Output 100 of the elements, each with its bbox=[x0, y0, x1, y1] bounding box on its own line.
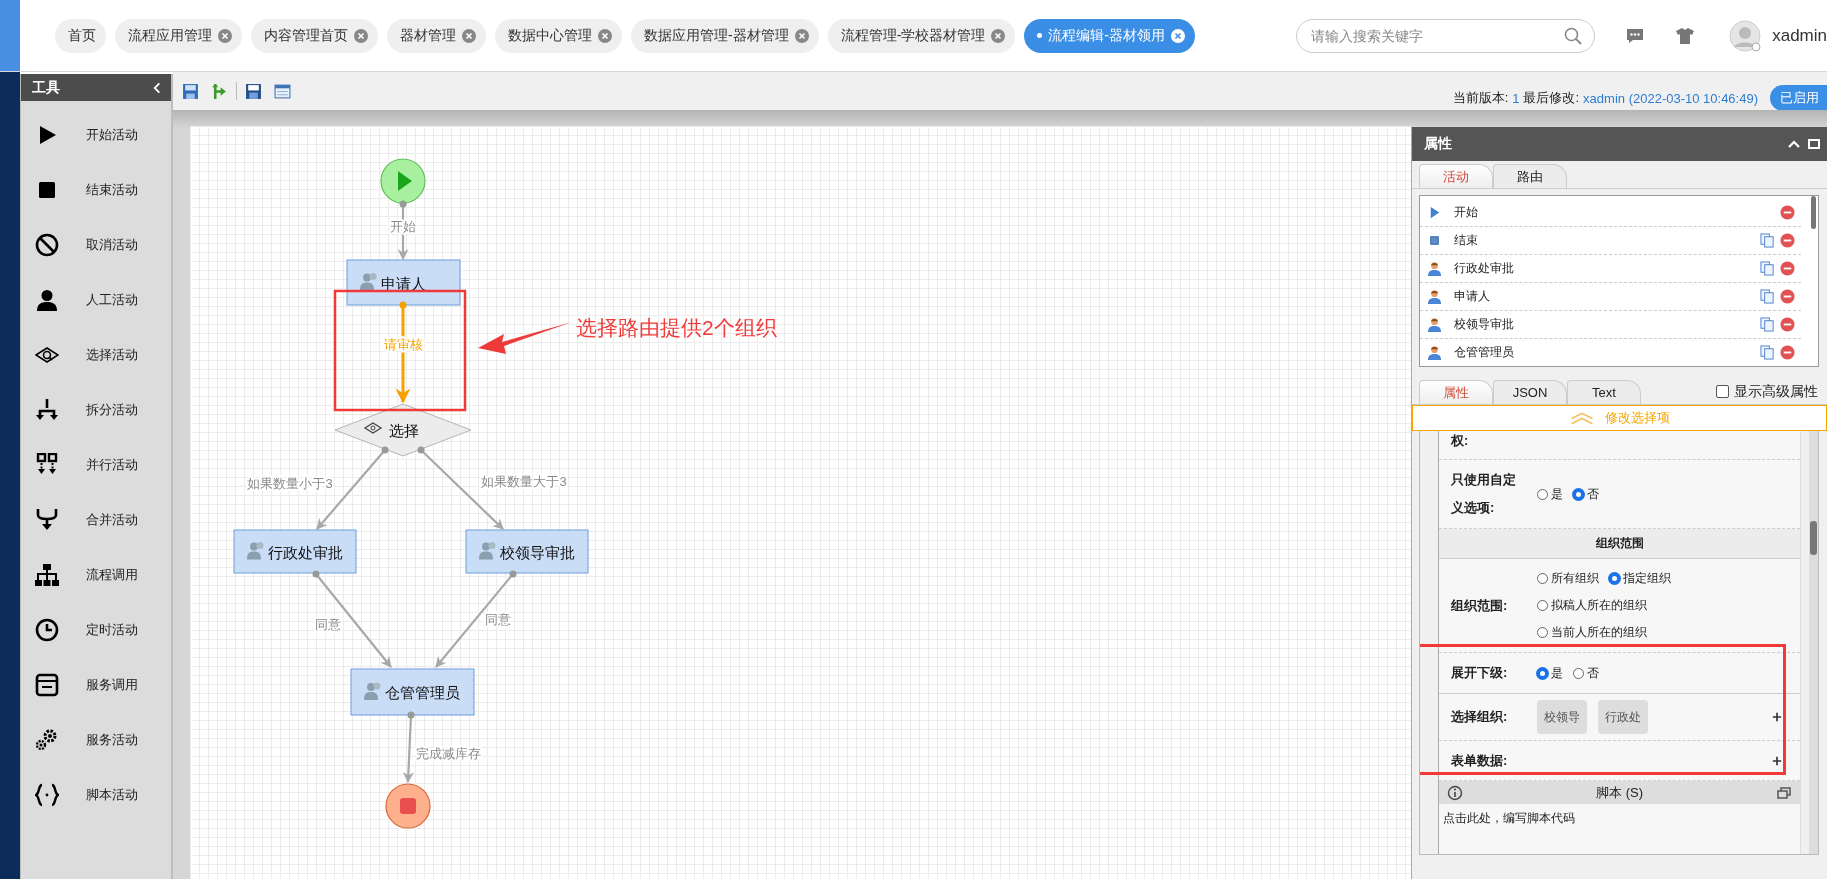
tool-item[interactable]: 取消活动 bbox=[21, 217, 171, 272]
advanced-checkbox[interactable]: 显示高级属性 bbox=[1716, 382, 1818, 401]
maximize-icon[interactable] bbox=[1807, 137, 1821, 151]
activity-row[interactable]: 校领导审批 bbox=[1420, 311, 1801, 339]
page-tab[interactable]: 流程管理-学校器材管理 bbox=[827, 18, 1016, 53]
remove-icon[interactable] bbox=[1780, 233, 1795, 248]
users-icon bbox=[360, 273, 377, 291]
search-field[interactable]: 请输入搜索关键字 bbox=[1296, 18, 1596, 53]
activity-row[interactable]: 仓管管理员 bbox=[1420, 339, 1801, 366]
remove-icon[interactable] bbox=[1780, 317, 1795, 332]
panel-tab[interactable]: 属性 bbox=[1419, 380, 1493, 404]
radio-option[interactable]: 否 bbox=[1573, 659, 1599, 687]
copy-icon[interactable] bbox=[1760, 233, 1775, 248]
field-label: 展开下级: bbox=[1451, 664, 1509, 682]
tab-label[interactable]: 数据应用管理-器材管理 bbox=[644, 26, 789, 45]
radio-option[interactable]: 否 bbox=[1573, 480, 1599, 508]
close-icon[interactable] bbox=[218, 28, 232, 43]
tool-item[interactable]: 流程调用 bbox=[21, 547, 171, 602]
plus-icon[interactable] bbox=[1772, 712, 1782, 722]
activity-row[interactable]: 开始 bbox=[1420, 199, 1801, 227]
remove-icon[interactable] bbox=[1780, 261, 1795, 276]
merge-icon bbox=[35, 507, 59, 532]
tab-label[interactable]: 首页 bbox=[68, 26, 96, 45]
activity-row[interactable]: 申请人 bbox=[1420, 283, 1801, 311]
tool-item[interactable]: 结束活动 bbox=[21, 162, 171, 217]
activity-row[interactable]: 结束 bbox=[1420, 227, 1801, 255]
panel-tab[interactable]: 路由 bbox=[1493, 164, 1567, 188]
save-icon[interactable] bbox=[182, 82, 199, 100]
tool-item[interactable]: 人工活动 bbox=[21, 272, 171, 327]
panel-tab[interactable]: Text bbox=[1567, 380, 1641, 404]
panel-tab[interactable]: 活动 bbox=[1419, 164, 1493, 188]
radio-option[interactable]: 是 bbox=[1537, 480, 1563, 508]
tab-label[interactable]: 器材管理 bbox=[400, 26, 456, 45]
task-node[interactable] bbox=[346, 259, 461, 306]
start-node[interactable] bbox=[380, 158, 426, 204]
chevron-left-icon[interactable] bbox=[152, 81, 163, 94]
script-bar[interactable]: 脚本 (S) bbox=[1439, 781, 1800, 804]
remove-icon[interactable] bbox=[1780, 289, 1795, 304]
org-chip[interactable]: 行政处 bbox=[1598, 700, 1648, 734]
copy-icon[interactable] bbox=[1760, 317, 1775, 332]
users-icon bbox=[247, 542, 264, 560]
tool-item[interactable]: 合并活动 bbox=[21, 492, 171, 547]
remove-icon[interactable] bbox=[1780, 205, 1795, 220]
window-icon[interactable] bbox=[274, 82, 291, 100]
close-icon[interactable] bbox=[598, 28, 612, 43]
scrollbar-thumb[interactable] bbox=[1811, 196, 1816, 229]
floppy-icon[interactable] bbox=[245, 82, 262, 100]
prohibited-icon bbox=[35, 232, 59, 257]
copy-icon[interactable] bbox=[1760, 289, 1775, 304]
shirt-icon[interactable] bbox=[1675, 25, 1696, 46]
search-icon[interactable] bbox=[1563, 25, 1584, 46]
tool-item[interactable]: 拆分活动 bbox=[21, 382, 171, 437]
page-tab[interactable]: 器材管理 bbox=[387, 18, 486, 53]
tool-item[interactable]: 脚本活动 bbox=[21, 767, 171, 822]
close-icon[interactable] bbox=[462, 28, 476, 43]
tab-label[interactable]: 内容管理首页 bbox=[264, 26, 348, 45]
copy-icon[interactable] bbox=[1760, 345, 1775, 360]
page-tab[interactable]: 内容管理首页 bbox=[251, 18, 378, 53]
radio-option[interactable]: 指定组织 bbox=[1609, 565, 1671, 592]
restore-icon[interactable] bbox=[1776, 784, 1792, 801]
task-node[interactable] bbox=[465, 529, 589, 574]
radio-option[interactable]: 所有组织 bbox=[1537, 565, 1599, 592]
user-name[interactable]: xadmin bbox=[1772, 25, 1827, 46]
version-number: 1 bbox=[1512, 90, 1520, 106]
script-hint[interactable]: 点击此处，编写脚本代码 bbox=[1439, 804, 1800, 833]
end-node[interactable] bbox=[385, 783, 431, 829]
radio-option[interactable]: 是 bbox=[1537, 659, 1563, 687]
page-tab[interactable]: 数据应用管理-器材管理 bbox=[631, 18, 819, 53]
tool-item[interactable]: 服务调用 bbox=[21, 657, 171, 712]
plus-icon[interactable] bbox=[1772, 755, 1782, 766]
choice-node[interactable] bbox=[334, 403, 472, 457]
tab-label[interactable]: 流程管理-学校器材管理 bbox=[840, 26, 986, 45]
page-tab[interactable]: 数据中心管理 bbox=[495, 18, 622, 53]
tab-label[interactable]: 数据中心管理 bbox=[508, 26, 592, 45]
tool-item[interactable]: 定时活动 bbox=[21, 602, 171, 657]
tab-label[interactable]: 流程应用管理 bbox=[128, 26, 212, 45]
field-label: 选择组织: bbox=[1451, 708, 1509, 726]
close-icon[interactable] bbox=[794, 28, 809, 43]
close-icon[interactable] bbox=[991, 28, 1006, 43]
tool-item[interactable]: 并行活动 bbox=[21, 437, 171, 492]
task-node[interactable] bbox=[350, 668, 475, 716]
close-icon[interactable] bbox=[354, 28, 368, 43]
connector-label: 完成减库存 bbox=[415, 746, 481, 761]
close-icon[interactable] bbox=[1171, 28, 1185, 43]
branch-arrow-icon[interactable] bbox=[211, 82, 228, 100]
activity-row[interactable]: 行政处审批 bbox=[1420, 255, 1801, 283]
page-tab[interactable]: 流程应用管理 bbox=[115, 18, 242, 53]
panel-tab[interactable]: JSON bbox=[1493, 380, 1567, 404]
radio-option[interactable]: 当前人所在的组织 bbox=[1537, 619, 1647, 646]
radio-option[interactable]: 拟稿人所在的组织 bbox=[1537, 592, 1647, 619]
avatar-icon[interactable] bbox=[1729, 19, 1762, 52]
tool-item[interactable]: 选择活动 bbox=[21, 327, 171, 382]
org-chip[interactable]: 校领导 bbox=[1537, 700, 1587, 734]
remove-icon[interactable] bbox=[1780, 345, 1795, 360]
task-node[interactable] bbox=[233, 529, 357, 574]
page-tab[interactable]: 首页 bbox=[55, 18, 106, 53]
scrollbar-thumb[interactable] bbox=[1810, 521, 1817, 555]
copy-icon[interactable] bbox=[1760, 261, 1775, 276]
tool-item[interactable]: 开始活动 bbox=[21, 107, 171, 162]
tool-item[interactable]: 服务活动 bbox=[21, 712, 171, 767]
